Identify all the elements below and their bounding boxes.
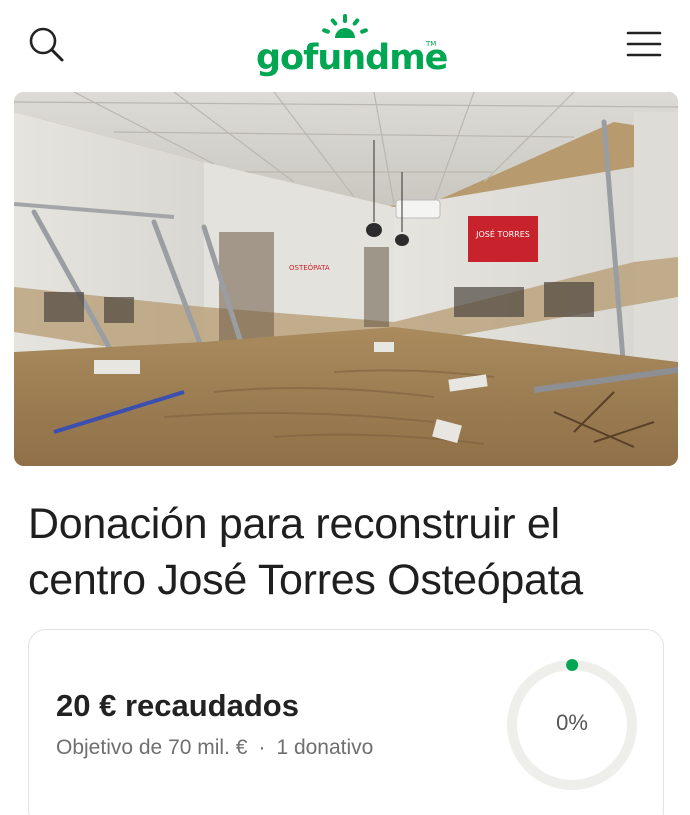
hamburger-menu-icon xyxy=(626,31,662,57)
logo-sun-icon xyxy=(322,14,368,38)
progress-ring-indicator xyxy=(566,659,579,672)
donation-progress-card[interactable]: 20 € recaudados Objetivo de 70 mil. € · 1 … xyxy=(28,629,664,815)
gofundme-logo[interactable]: gofundme TM xyxy=(250,12,448,82)
donation-count: 1 donativo xyxy=(276,736,374,759)
campaign-photo[interactable]: JOSÉ TORRES OSTEÓPATA xyxy=(14,92,678,466)
goal-amount: Objetivo de 70 mil. € xyxy=(56,736,248,759)
campaign-page: gofundme TM JOSÉ TORRES OSTEÓPATA Donaci… xyxy=(0,0,690,815)
search-icon xyxy=(29,27,64,62)
progress-percent: 0% xyxy=(556,710,588,735)
meta-separator: · xyxy=(258,736,266,759)
logo-trademark: TM xyxy=(426,40,437,48)
photo-wall-text: OSTEÓPATA xyxy=(289,263,330,272)
campaign-title-line-2: centro José Torres Osteópata xyxy=(28,556,583,604)
amount-raised: 20 € recaudados xyxy=(56,688,299,723)
photo-sign-text: JOSÉ TORRES xyxy=(475,228,530,239)
logo-wordmark: gofundme xyxy=(256,38,448,78)
goal-and-donations: Objetivo de 70 mil. € · 1 donativo xyxy=(56,736,373,760)
search-button[interactable] xyxy=(26,24,66,64)
flood-damage-photo: JOSÉ TORRES OSTEÓPATA xyxy=(14,92,678,466)
campaign-title-line-1: Donación para reconstruir el xyxy=(28,500,560,548)
menu-button[interactable] xyxy=(624,26,664,62)
campaign-title: Donación para reconstruir el centro José… xyxy=(28,496,668,608)
top-header: gofundme TM xyxy=(0,0,690,88)
